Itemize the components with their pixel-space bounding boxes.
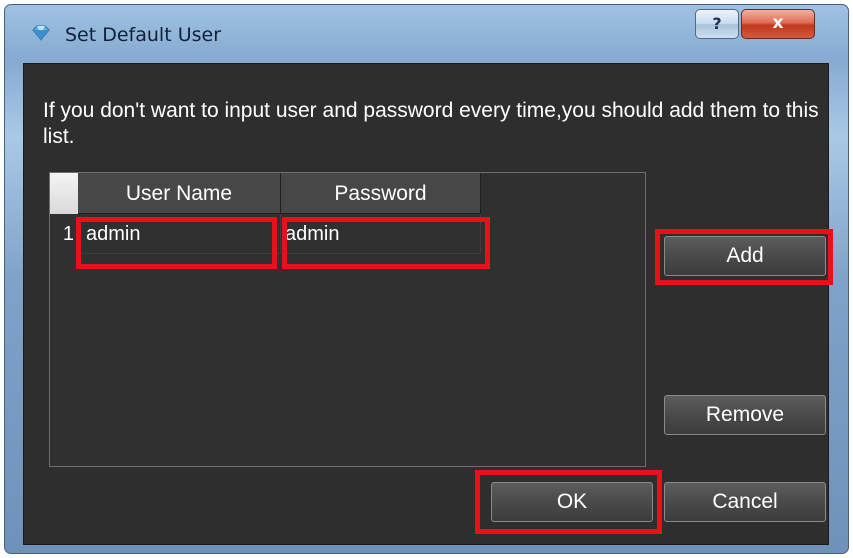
dialog-window: Set Default User ? x If you don't want t… xyxy=(4,4,849,554)
cell-user-name[interactable]: admin xyxy=(78,214,281,254)
cell-password[interactable]: admin xyxy=(281,214,481,254)
row-number[interactable]: 1 xyxy=(50,214,78,254)
close-icon: x xyxy=(772,13,784,33)
table-corner[interactable] xyxy=(50,173,79,214)
dialog-body: If you don't want to input user and pass… xyxy=(23,63,833,545)
add-button[interactable]: Add xyxy=(664,236,826,276)
ok-button[interactable]: OK xyxy=(491,482,653,522)
app-diamond-icon xyxy=(32,25,50,41)
window-title: Set Default User xyxy=(65,24,222,46)
help-icon: ? xyxy=(712,14,722,33)
title-bar[interactable]: Set Default User ? x xyxy=(5,5,848,67)
user-table[interactable]: User Name Password 1 admin admin xyxy=(49,172,646,467)
column-header-password[interactable]: Password xyxy=(281,173,481,214)
help-button[interactable]: ? xyxy=(695,9,739,39)
instruction-text: If you don't want to input user and pass… xyxy=(43,99,819,148)
column-header-user-name[interactable]: User Name xyxy=(78,173,281,214)
close-button[interactable]: x xyxy=(741,9,815,39)
cancel-button[interactable]: Cancel xyxy=(664,482,826,522)
remove-button[interactable]: Remove xyxy=(664,395,826,435)
